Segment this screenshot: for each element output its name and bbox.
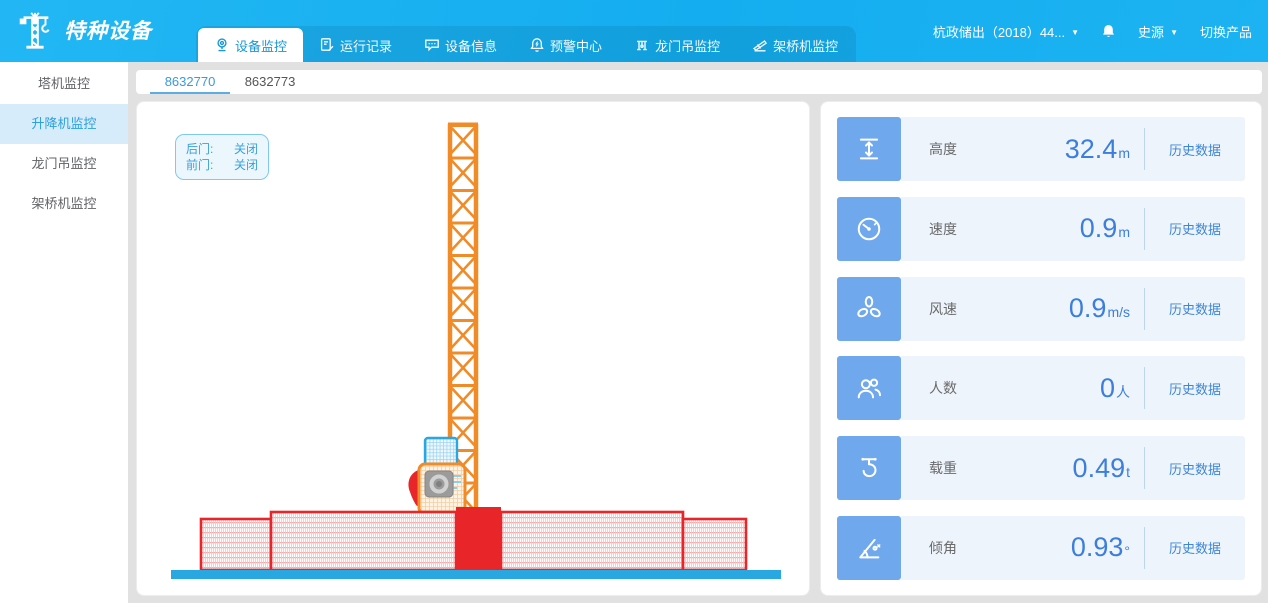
people-icon [837, 356, 901, 420]
alert-icon [529, 37, 545, 53]
logo: 特种设备 [14, 9, 152, 51]
main-nav: 设备监控 运行记录 设备信息 [196, 26, 856, 62]
nav-tab-gantry-monitor[interactable]: 龙门吊监控 [618, 28, 736, 62]
tower-crane-logo-icon [14, 9, 56, 51]
sidebar-item-bridge[interactable]: 架桥机监控 [0, 184, 128, 224]
device-tab[interactable]: 8632773 [230, 70, 310, 94]
height-icon [837, 117, 901, 181]
metric-label: 载重 [929, 458, 957, 478]
device-tab[interactable]: 8632770 [150, 70, 230, 94]
safety-fences [201, 507, 746, 570]
metric-value: 0.49t [1073, 453, 1130, 484]
metric-value: 0.9m [1080, 213, 1130, 244]
ground-bar [171, 570, 781, 579]
metric-row-wind: 风速 0.9m/s 历史数据 [837, 277, 1245, 341]
user-name: 史源 [1138, 22, 1164, 41]
metric-value: 0.93° [1071, 532, 1130, 563]
project-name: 杭政储出（2018）44... [933, 22, 1065, 41]
bridge-icon [752, 37, 768, 53]
notification-bell[interactable] [1101, 23, 1116, 39]
chevron-down-icon: ▼ [1170, 28, 1178, 37]
metric-label: 风速 [929, 299, 957, 319]
app-title: 特种设备 [64, 15, 152, 45]
content: 8632770 8632773 后门: 关闭 前门: 关闭 [136, 70, 1262, 596]
device-tab-bar: 8632770 8632773 [136, 70, 1262, 94]
metric-label: 速度 [929, 219, 957, 239]
rear-door-label: 后门: [186, 141, 213, 157]
load-icon [837, 436, 901, 500]
history-data-link[interactable]: 历史数据 [1145, 219, 1245, 238]
chevron-down-icon: ▼ [1071, 28, 1079, 37]
switch-product-button[interactable]: 切换产品 [1200, 22, 1252, 41]
sidebar-item-tower-crane[interactable]: 塔机监控 [0, 64, 128, 104]
monitor-icon [214, 37, 230, 53]
nav-tab-label: 设备信息 [445, 36, 497, 55]
metric-row-speed: 速度 0.9m 历史数据 [837, 197, 1245, 261]
nav-tab-run-records[interactable]: 运行记录 [303, 28, 408, 62]
header-right: 杭政储出（2018）44... ▼ 史源 ▼ 切换产品 [933, 0, 1252, 62]
metric-row-people: 人数 0人 历史数据 [837, 356, 1245, 420]
rear-door-status: 关闭 [234, 141, 258, 157]
metrics-panel: 高度 32.4m 历史数据 [820, 101, 1262, 596]
door-status-box: 后门: 关闭 前门: 关闭 [175, 134, 269, 180]
metric-label: 人数 [929, 378, 957, 398]
nav-tab-label: 设备监控 [235, 36, 287, 55]
metric-row-load: 载重 0.49t 历史数据 [837, 436, 1245, 500]
metric-value: 0.9m/s [1069, 293, 1130, 324]
history-data-link[interactable]: 历史数据 [1145, 140, 1245, 159]
angle-icon [837, 516, 901, 580]
history-data-link[interactable]: 历史数据 [1145, 538, 1245, 557]
hoist-scene-panel: 后门: 关闭 前门: 关闭 [136, 101, 810, 596]
metric-value: 0人 [1100, 373, 1130, 404]
metric-row-height: 高度 32.4m 历史数据 [837, 117, 1245, 181]
user-menu[interactable]: 史源 ▼ [1138, 22, 1178, 41]
nav-tab-label: 架桥机监控 [773, 36, 838, 55]
app-root: 特种设备 设备监控 运行记录 [0, 0, 1268, 603]
sidebar-item-hoist[interactable]: 升降机监控 [0, 104, 128, 144]
nav-tab-label: 预警中心 [550, 36, 602, 55]
front-door-status: 关闭 [234, 157, 258, 173]
wind-icon [837, 277, 901, 341]
gantry-icon [634, 37, 650, 53]
nav-tab-device-info[interactable]: 设备信息 [408, 28, 513, 62]
speed-icon [837, 197, 901, 261]
nav-tab-label: 龙门吊监控 [655, 36, 720, 55]
sidebar-item-gantry[interactable]: 龙门吊监控 [0, 144, 128, 184]
bell-icon [1101, 23, 1116, 39]
record-icon [319, 37, 335, 53]
sidebar: 塔机监控 升降机监控 龙门吊监控 架桥机监控 [0, 62, 128, 603]
project-selector[interactable]: 杭政储出（2018）44... ▼ [933, 22, 1079, 41]
front-door-label: 前门: [186, 157, 213, 173]
metric-value: 32.4m [1065, 134, 1130, 165]
history-data-link[interactable]: 历史数据 [1145, 299, 1245, 318]
metric-label: 高度 [929, 139, 957, 159]
header: 特种设备 设备监控 运行记录 [0, 0, 1268, 62]
nav-tab-bridge-monitor[interactable]: 架桥机监控 [736, 28, 854, 62]
hoist-cage [408, 438, 465, 514]
metric-label: 倾角 [929, 538, 957, 558]
nav-tab-alert-center[interactable]: 预警中心 [513, 28, 618, 62]
metric-row-tilt: 倾角 0.93° 历史数据 [837, 516, 1245, 580]
history-data-link[interactable]: 历史数据 [1145, 379, 1245, 398]
nav-tab-device-monitor[interactable]: 设备监控 [198, 28, 303, 62]
device-info-icon [424, 37, 440, 53]
history-data-link[interactable]: 历史数据 [1145, 459, 1245, 478]
nav-tab-label: 运行记录 [340, 36, 392, 55]
